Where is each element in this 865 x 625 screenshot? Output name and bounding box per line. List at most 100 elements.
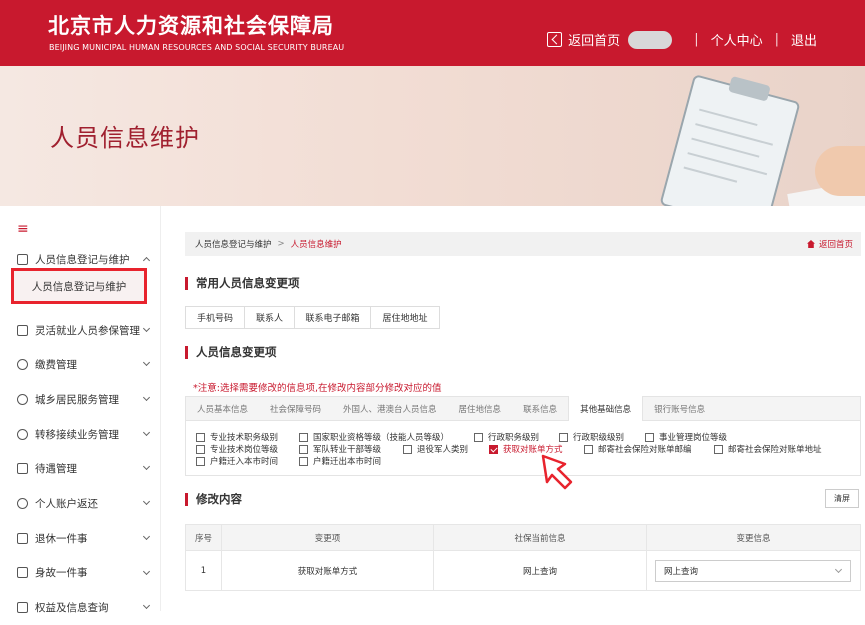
chevron-down-icon — [142, 602, 151, 610]
home-icon[interactable] — [547, 32, 563, 47]
main-content: 人员信息登记与维护 > 人员信息维护 返回首页 常用人员信息变更项 手机号码 联… — [185, 206, 865, 611]
site-header: 北京市人力资源和社会保障局 BEIJING MUNICIPAL HUMAN RE… — [0, 0, 865, 66]
table-header-row: 序号 变更项 社保当前信息 变更信息 — [185, 524, 861, 551]
checkbox-item[interactable]: 退役军人类别 — [403, 443, 468, 455]
sidebar-item-death[interactable]: 身故一件事 — [0, 556, 161, 591]
site-title: 北京市人力资源和社会保障局 — [48, 14, 334, 38]
back-home-link[interactable]: 返回首页 — [806, 238, 853, 250]
tab-other-basic-info[interactable]: 其他基础信息 — [568, 396, 644, 421]
checkbox-box[interactable] — [299, 456, 308, 466]
new-info-select[interactable]: 网上查询 — [655, 559, 851, 582]
breadcrumb-current: 人员信息维护 — [290, 240, 342, 250]
checkbox-item[interactable]: 专业技术职务级别 — [196, 431, 278, 443]
sidebar-item-benefits[interactable]: 待遇管理 — [0, 451, 161, 486]
checkbox-item[interactable]: 专业技术岗位等级 — [196, 443, 278, 455]
email-button[interactable]: 联系电子邮箱 — [294, 306, 371, 329]
checkbox-box[interactable] — [403, 444, 412, 454]
checkbox-box[interactable] — [645, 432, 654, 442]
sidebar-item-label: 灵活就业人员参保管理 — [35, 324, 140, 337]
breadcrumb-separator: > — [277, 239, 285, 249]
tab-foreigner-info[interactable]: 外国人、港澳台人员信息 — [332, 397, 448, 421]
checkbox-item[interactable]: 户籍迁入本市时间 — [196, 455, 278, 467]
coin-icon — [17, 359, 28, 371]
chevron-down-icon — [142, 359, 151, 367]
checkbox-box[interactable] — [299, 444, 308, 454]
clipboard-illustration — [659, 74, 801, 206]
transfer-icon — [17, 428, 28, 440]
checkbox-box[interactable] — [196, 432, 205, 442]
banner-illustration-hand — [815, 146, 865, 196]
page-title: 人员信息维护 — [50, 124, 200, 152]
checkbox-item[interactable]: 邮寄社会保险对账单地址 — [714, 443, 822, 455]
sidebar-item-retirement[interactable]: 退休一件事 — [0, 521, 161, 556]
checkbox-item[interactable]: 邮寄社会保险对账单邮编 — [584, 443, 692, 455]
clear-button[interactable]: 清屏 — [825, 489, 859, 508]
checkbox-item[interactable]: 国家职业资格等级（技能人员等级） — [299, 431, 449, 443]
checkbox-box-checked[interactable] — [489, 444, 498, 454]
person-card-icon — [17, 253, 28, 265]
change-tabs-panel: 人员基本信息 社会保障号码 外国人、港澳台人员信息 居住地信息 联系信息 其他基… — [185, 396, 861, 476]
sidebar-item-label: 个人账户返还 — [35, 497, 98, 510]
personal-center-link[interactable]: 个人中心 — [711, 30, 763, 49]
chevron-down-icon — [142, 428, 151, 436]
clipboard-icon — [17, 532, 28, 544]
phone-button[interactable]: 手机号码 — [185, 306, 245, 329]
checkbox-box[interactable] — [584, 444, 593, 454]
tab-basic-info[interactable]: 人员基本信息 — [186, 397, 259, 421]
checkbox-box[interactable] — [196, 456, 205, 466]
chevron-down-icon — [142, 498, 151, 506]
sidebar-item-payment[interactable]: 缴费管理 — [0, 347, 161, 382]
sidebar-item-account-refund[interactable]: 个人账户返还 — [0, 486, 161, 521]
chevron-down-icon — [142, 394, 151, 402]
checkbox-box[interactable] — [559, 432, 568, 442]
sidebar-item-label: 待遇管理 — [35, 463, 77, 476]
checkbox-item[interactable]: 行政职级级别 — [559, 431, 624, 443]
table-row: 1 获取对账单方式 网上查询 网上查询 — [185, 550, 861, 591]
checkbox-item[interactable]: 事业管理岗位等级 — [645, 431, 727, 443]
column-header: 序号 — [185, 524, 222, 551]
column-header: 变更项 — [221, 524, 434, 551]
file-icon — [17, 567, 28, 579]
chevron-down-icon — [142, 463, 151, 471]
row-change-item: 获取对账单方式 — [221, 550, 434, 591]
notice-text: *注意:选择需要修改的信息项,在修改内容部分修改对应的值 — [193, 383, 442, 394]
common-section-title: 常用人员信息变更项 — [185, 277, 300, 290]
checkbox-item[interactable]: 军队转业干部等级 — [299, 443, 381, 455]
checkbox-box[interactable] — [299, 432, 308, 442]
nav-separator: | — [774, 32, 779, 47]
sidebar-item-label: 权益及信息查询 — [35, 602, 109, 615]
sidebar-item-transfer[interactable]: 转移接续业务管理 — [0, 417, 161, 452]
sidebar-item-label: 身故一件事 — [35, 567, 88, 580]
logout-link[interactable]: 退出 — [791, 30, 817, 49]
user-icon — [17, 497, 28, 509]
sidebar-item-label: 缴费管理 — [35, 359, 77, 372]
sidebar-item-label: 转移接续业务管理 — [35, 428, 119, 441]
checkbox-item[interactable]: 户籍迁出本市时间 — [299, 455, 381, 467]
sidebar-item-query[interactable]: 权益及信息查询 — [0, 590, 161, 625]
checkbox-box[interactable] — [474, 432, 483, 442]
checkbox-item[interactable]: 行政职务级别 — [474, 431, 539, 443]
nav-separator: | — [694, 32, 699, 47]
tab-bank-account[interactable]: 银行账号信息 — [643, 397, 716, 421]
sidebar-item-label: 城乡居民服务管理 — [35, 393, 119, 406]
row-number: 1 — [185, 550, 222, 591]
tab-contact-info[interactable]: 联系信息 — [512, 397, 568, 421]
common-items-group: 手机号码 联系人 联系电子邮箱 居住地地址 — [185, 306, 440, 329]
sidebar-item-urban-rural[interactable]: 城乡居民服务管理 — [0, 382, 161, 417]
checkbox-box[interactable] — [196, 444, 205, 454]
home-link[interactable]: 返回首页 — [568, 30, 620, 49]
sidebar-item-label: 人员信息登记与维护 — [35, 253, 130, 266]
sidebar-item-flexible-employment[interactable]: 灵活就业人员参保管理 — [0, 313, 161, 348]
site-subtitle: BEIJING MUNICIPAL HUMAN RESOURCES AND SO… — [49, 43, 345, 52]
document-icon — [17, 463, 28, 475]
tab-residence-info[interactable]: 居住地信息 — [448, 397, 513, 421]
annotation-arrow-icon — [541, 454, 573, 490]
checkbox-box[interactable] — [714, 444, 723, 454]
sidebar-subitem-person-info[interactable]: 人员信息登记与维护 — [11, 268, 147, 304]
menu-collapse-icon[interactable]: ≡ — [17, 221, 29, 237]
contact-button[interactable]: 联系人 — [244, 306, 295, 329]
breadcrumb-parent[interactable]: 人员信息登记与维护 — [195, 238, 272, 250]
column-header: 变更信息 — [646, 524, 861, 551]
address-button[interactable]: 居住地地址 — [370, 306, 440, 329]
tab-social-security-number[interactable]: 社会保障号码 — [259, 397, 332, 421]
